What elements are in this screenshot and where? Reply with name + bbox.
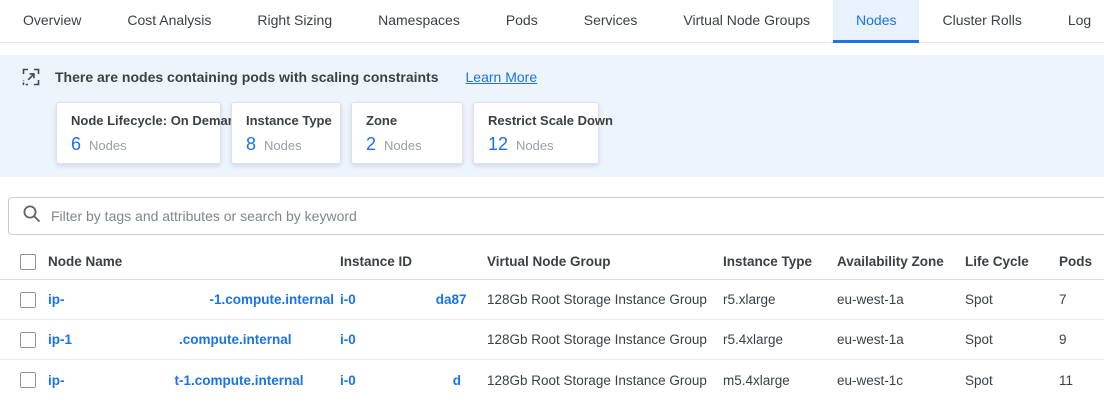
card-count: 2 [366, 134, 376, 155]
virtual-node-group-cell: 128Gb Root Storage Instance Group [487, 373, 723, 388]
life-cycle-cell: Spot [965, 292, 1059, 307]
pods-cell: 7 [1059, 292, 1104, 307]
col-instance-type: Instance Type [723, 254, 837, 269]
redacted-text [72, 343, 179, 344]
col-pods: Pods [1059, 254, 1104, 269]
redacted-text [65, 384, 175, 385]
col-instance-id: Instance ID [340, 254, 487, 269]
virtual-node-group-cell: 128Gb Root Storage Instance Group [487, 292, 723, 307]
card-unit: Nodes [516, 138, 554, 153]
tab-nodes[interactable]: Nodes [833, 0, 919, 43]
select-all-checkbox[interactable] [20, 254, 36, 270]
learn-more-link[interactable]: Learn More [466, 69, 538, 85]
tab-pods[interactable]: Pods [483, 0, 561, 43]
col-virtual-node-group: Virtual Node Group [487, 254, 723, 269]
tab-log[interactable]: Log [1045, 0, 1104, 43]
table-row[interactable]: ip-t-1.compute.internal i-0d 128Gb Root … [0, 360, 1104, 400]
node-name-link[interactable]: ip--1.compute.internal [48, 292, 340, 307]
instance-type-cell: r5.4xlarge [723, 332, 837, 347]
virtual-node-group-cell: 128Gb Root Storage Instance Group [487, 332, 723, 347]
instance-type-cell: m5.4xlarge [723, 373, 837, 388]
availability-zone-cell: eu-west-1a [837, 292, 965, 307]
instance-id-link[interactable]: i-0d [340, 373, 487, 388]
card-count: 6 [71, 134, 81, 155]
tab-namespaces[interactable]: Namespaces [355, 0, 483, 43]
table-header-row: Node Name Instance ID Virtual Node Group… [0, 244, 1104, 280]
redacted-text [65, 303, 210, 304]
card-restrict-scale-down[interactable]: Restrict Scale Down 12 Nodes [473, 102, 599, 164]
availability-zone-cell: eu-west-1a [837, 332, 965, 347]
card-title: Restrict Scale Down [488, 113, 584, 129]
card-title: Zone [366, 113, 448, 129]
scaling-constraint-icon [22, 68, 40, 86]
card-title: Instance Type [246, 113, 326, 129]
card-unit: Nodes [384, 138, 422, 153]
card-node-lifecycle-on-demand[interactable]: Node Lifecycle: On Demand 6 Nodes [56, 102, 221, 164]
redacted-text [356, 384, 453, 385]
card-count: 8 [246, 134, 256, 155]
card-zone[interactable]: Zone 2 Nodes [351, 102, 463, 164]
table-row[interactable]: ip--1.compute.internal i-0da87 128Gb Roo… [0, 280, 1104, 320]
tab-cluster-rolls[interactable]: Cluster Rolls [919, 0, 1044, 43]
tab-services[interactable]: Services [561, 0, 661, 43]
card-title: Node Lifecycle: On Demand [71, 113, 206, 129]
instance-id-link[interactable]: i-0 [340, 332, 487, 347]
instance-type-cell: r5.xlarge [723, 292, 837, 307]
pods-cell: 11 [1059, 373, 1104, 388]
tab-overview[interactable]: Overview [0, 0, 104, 43]
node-name-link[interactable]: ip-1.compute.internal [48, 332, 340, 347]
tab-right-sizing[interactable]: Right Sizing [234, 0, 355, 43]
instance-id-link[interactable]: i-0da87 [340, 292, 487, 307]
scaling-constraints-banner: There are nodes containing pods with sca… [0, 55, 1104, 177]
life-cycle-cell: Spot [965, 332, 1059, 347]
node-name-link[interactable]: ip-t-1.compute.internal [48, 373, 340, 388]
filter-search-bar [8, 197, 1104, 235]
pods-cell: 9 [1059, 332, 1104, 347]
row-checkbox[interactable] [20, 332, 36, 348]
search-input[interactable] [51, 208, 1104, 224]
col-availability-zone: Availability Zone [837, 254, 965, 269]
card-unit: Nodes [89, 138, 127, 153]
card-unit: Nodes [264, 138, 302, 153]
nodes-table: Node Name Instance ID Virtual Node Group… [0, 244, 1104, 400]
card-instance-type[interactable]: Instance Type 8 Nodes [231, 102, 341, 164]
tab-virtual-node-groups[interactable]: Virtual Node Groups [660, 0, 833, 43]
row-checkbox[interactable] [20, 292, 36, 308]
row-checkbox[interactable] [20, 372, 36, 388]
availability-zone-cell: eu-west-1c [837, 373, 965, 388]
tab-cost-analysis[interactable]: Cost Analysis [104, 0, 234, 43]
constraint-summary-cards: Node Lifecycle: On Demand 6 Nodes Instan… [56, 102, 1104, 164]
card-count: 12 [488, 134, 508, 155]
banner-message: There are nodes containing pods with sca… [55, 69, 439, 85]
search-icon [22, 204, 41, 228]
life-cycle-cell: Spot [965, 373, 1059, 388]
col-node-name: Node Name [48, 254, 340, 269]
tab-bar: Overview Cost Analysis Right Sizing Name… [0, 0, 1104, 43]
redacted-text [356, 303, 436, 304]
col-life-cycle: Life Cycle [965, 254, 1059, 269]
table-row[interactable]: ip-1.compute.internal i-0 128Gb Root Sto… [0, 320, 1104, 360]
